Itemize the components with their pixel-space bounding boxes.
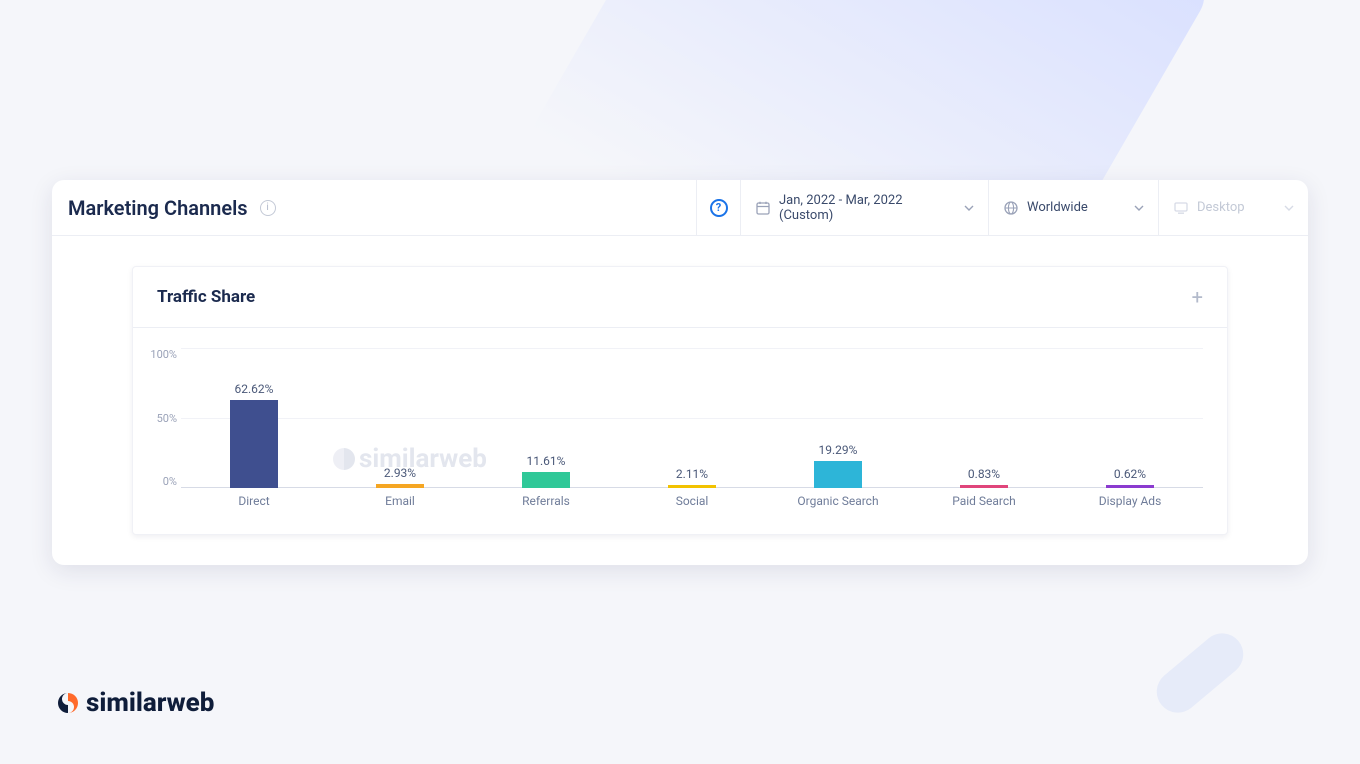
chevron-down-icon bbox=[964, 203, 974, 213]
bar bbox=[814, 461, 862, 488]
y-tick: 100% bbox=[141, 348, 177, 361]
bar bbox=[376, 484, 424, 488]
bar-value-label: 2.93% bbox=[384, 466, 416, 480]
card-header: Traffic Share + bbox=[133, 267, 1227, 328]
region-dropdown[interactable]: Worldwide bbox=[988, 180, 1158, 235]
x-tick-label: Paid Search bbox=[911, 494, 1057, 508]
y-axis: 100% 50% 0% bbox=[141, 348, 177, 488]
help-icon: ? bbox=[710, 199, 728, 217]
bar-value-label: 19.29% bbox=[819, 443, 858, 457]
info-icon[interactable]: i bbox=[260, 200, 276, 216]
bar bbox=[230, 400, 278, 488]
bar-column: 0.62% bbox=[1057, 348, 1203, 488]
chart-body: similarweb 100% 50% 0% 62.62%2.93%11.61%… bbox=[133, 328, 1227, 534]
bar-value-label: 11.61% bbox=[527, 454, 566, 468]
bar-chart: 100% 50% 0% 62.62%2.93%11.61%2.11%19.29%… bbox=[181, 348, 1203, 508]
device-label: Desktop bbox=[1197, 200, 1245, 215]
bar-column: 11.61% bbox=[473, 348, 619, 488]
x-tick-label: Social bbox=[619, 494, 765, 508]
chart-title: Traffic Share bbox=[157, 287, 255, 307]
bars-row: 62.62% 2.93% 11.61% 2.11% 19.29% 0.83% 0.62% bbox=[181, 348, 1203, 488]
traffic-share-card: Traffic Share + similarweb 100% 50% 0% bbox=[132, 266, 1228, 535]
y-tick: 0% bbox=[141, 475, 177, 488]
bar-value-label: 0.83% bbox=[968, 467, 1000, 481]
chevron-down-icon bbox=[1284, 203, 1294, 213]
region-label: Worldwide bbox=[1027, 200, 1088, 215]
x-axis: DirectEmailReferralsSocialOrganic Search… bbox=[181, 494, 1203, 508]
title-group: Marketing Channels i bbox=[52, 180, 696, 235]
bar-value-label: 2.11% bbox=[676, 467, 708, 481]
bar-value-label: 0.62% bbox=[1114, 467, 1146, 481]
brand-logo: similarweb bbox=[56, 688, 214, 718]
bar-column: 2.11% bbox=[619, 348, 765, 488]
x-tick-label: Organic Search bbox=[765, 494, 911, 508]
panel-header: Marketing Channels i ? Jan, 2022 - Mar, … bbox=[52, 180, 1308, 236]
bar-column: 62.62% bbox=[181, 348, 327, 488]
y-tick: 50% bbox=[141, 412, 177, 425]
bar-column: 2.93% bbox=[327, 348, 473, 488]
desktop-icon bbox=[1173, 200, 1189, 216]
date-range-label: Jan, 2022 - Mar, 2022 (Custom) bbox=[779, 193, 956, 223]
bar bbox=[960, 485, 1008, 488]
bar bbox=[1106, 485, 1154, 488]
x-tick-label: Referrals bbox=[473, 494, 619, 508]
brand-icon bbox=[56, 691, 80, 715]
dashboard-panel: Marketing Channels i ? Jan, 2022 - Mar, … bbox=[52, 180, 1308, 565]
bar-column: 19.29% bbox=[765, 348, 911, 488]
bar bbox=[522, 472, 570, 488]
x-tick-label: Email bbox=[327, 494, 473, 508]
x-tick-label: Display Ads bbox=[1057, 494, 1203, 508]
page-title: Marketing Channels bbox=[68, 196, 248, 220]
calendar-icon bbox=[755, 200, 771, 216]
bar-value-label: 62.62% bbox=[235, 382, 274, 396]
help-button[interactable]: ? bbox=[696, 180, 740, 235]
bar bbox=[668, 485, 716, 488]
x-tick-label: Direct bbox=[181, 494, 327, 508]
bar-column: 0.83% bbox=[911, 348, 1057, 488]
brand-label: similarweb bbox=[86, 688, 214, 718]
background-pill bbox=[1148, 625, 1252, 721]
globe-icon bbox=[1003, 200, 1019, 216]
chevron-down-icon bbox=[1134, 203, 1144, 213]
add-icon[interactable]: + bbox=[1192, 285, 1203, 309]
device-dropdown: Desktop bbox=[1158, 180, 1308, 235]
date-range-dropdown[interactable]: Jan, 2022 - Mar, 2022 (Custom) bbox=[740, 180, 988, 235]
